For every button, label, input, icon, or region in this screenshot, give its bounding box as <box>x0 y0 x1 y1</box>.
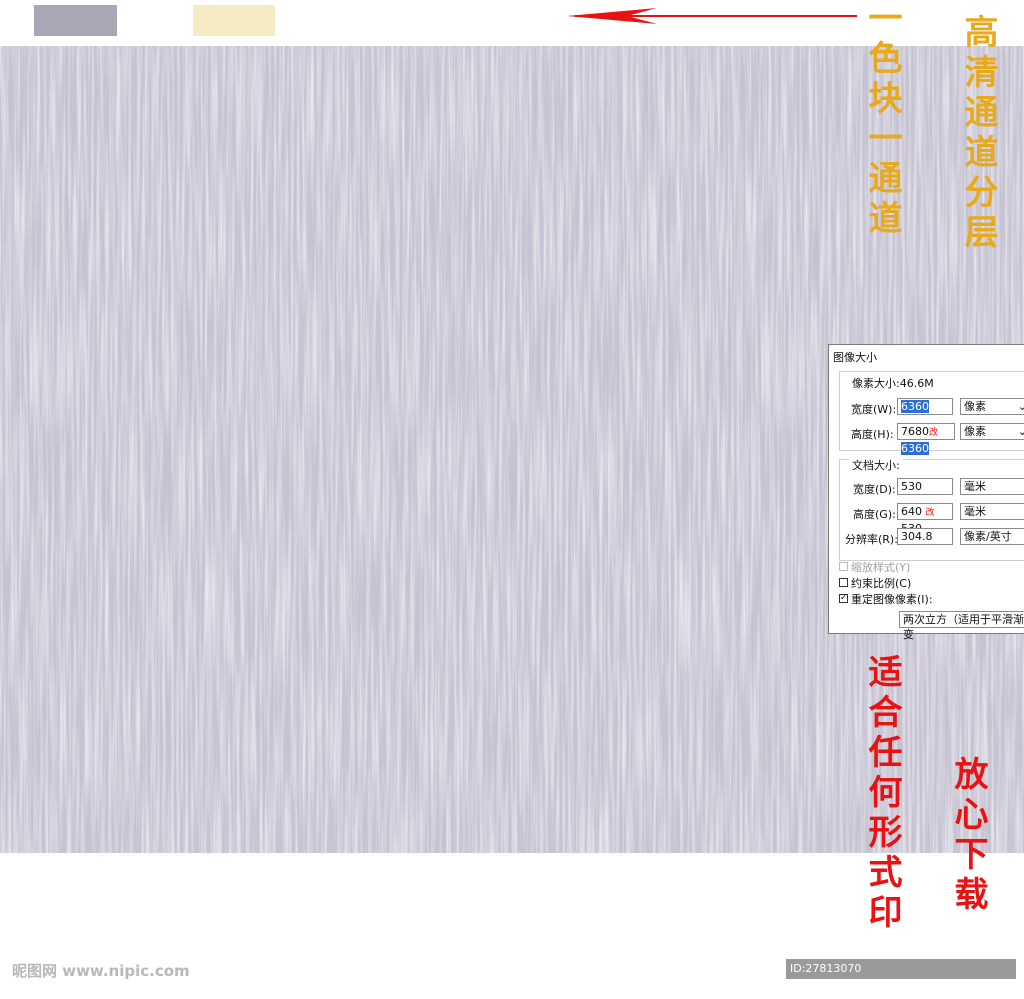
chevron-down-icon: ⌄ <box>1017 425 1024 438</box>
image-size-dialog: 图像大小 像素大小:46.6M 宽度(W): 6360 像素 ⌄ 高度(H): 7… <box>828 344 1024 641</box>
doc-width-unit: 毫米 <box>964 480 986 493</box>
watermark-left: 昵图网 www.nipic.com <box>12 962 190 980</box>
width-value: 6360 <box>901 400 929 413</box>
dialog-title: 图像大小 <box>833 351 877 364</box>
resolution-label: 分辨率(R): <box>845 533 898 546</box>
height-input[interactable]: 7680改6360 <box>897 423 955 455</box>
width-input[interactable]: 6360 <box>897 398 953 415</box>
height-unit-select[interactable]: 像素 ⌄ <box>960 423 1024 440</box>
document-size-label: 文档大小: <box>849 457 903 473</box>
change-mark: 改 <box>929 428 939 438</box>
scale-styles-label: 缩放样式(Y) <box>851 561 911 574</box>
doc-height-label: 高度(G): <box>853 508 896 521</box>
red-annotation-right: 放心下载 <box>948 756 988 916</box>
doc-width-label: 宽度(D): <box>853 483 896 496</box>
height-value: 7680 <box>901 425 929 438</box>
resample-checkbox[interactable]: ✓ <box>839 594 848 603</box>
constrain-checkbox[interactable] <box>839 578 848 587</box>
height-value-new: 6360 <box>901 442 929 455</box>
color-swatch-cream <box>193 5 275 36</box>
resolution-input[interactable]: 304.8 <box>897 528 953 545</box>
gold-annotation-left: 一色块一通道 <box>862 0 902 240</box>
resample-method-select[interactable]: 两次立方（适用于平滑渐变 <box>899 611 1024 641</box>
doc-width-unit-select[interactable]: 毫米 <box>960 478 1024 495</box>
scale-styles-checkbox[interactable] <box>839 562 848 571</box>
doc-width-value: 530 <box>901 480 922 493</box>
change-mark: 改 <box>925 508 935 518</box>
constrain-label: 约束比例(C) <box>851 577 912 590</box>
doc-width-input[interactable]: 530 <box>897 478 953 495</box>
color-swatch-purple <box>34 5 117 36</box>
width-label: 宽度(W): <box>851 403 897 416</box>
doc-height-value: 640 <box>901 505 922 518</box>
watermark-right: ID:27813070 NO:20200923093017355083 <box>786 959 1016 995</box>
resolution-unit: 像素/英寸 <box>964 530 1012 543</box>
height-unit: 像素 <box>964 425 986 438</box>
doc-height-unit: 毫米 <box>964 505 986 518</box>
red-arrow <box>567 8 857 24</box>
pixel-dimensions-label: 像素大小:46.6M <box>849 375 937 391</box>
resolution-unit-select[interactable]: 像素/英寸 <box>960 528 1024 545</box>
width-unit-select[interactable]: 像素 ⌄ <box>960 398 1024 415</box>
chevron-down-icon: ⌄ <box>1017 400 1024 413</box>
doc-height-unit-select[interactable]: 毫米 <box>960 503 1024 520</box>
width-unit: 像素 <box>964 400 986 413</box>
gold-annotation-right: 高清通道分层 <box>958 14 998 254</box>
red-annotation-left: 适合任何形式印 <box>862 654 902 934</box>
resolution-value: 304.8 <box>901 530 933 543</box>
height-label: 高度(H): <box>851 428 894 441</box>
doc-height-input[interactable]: 640 改 530 <box>897 503 953 535</box>
resample-label: 重定图像像素(I): <box>851 593 933 606</box>
